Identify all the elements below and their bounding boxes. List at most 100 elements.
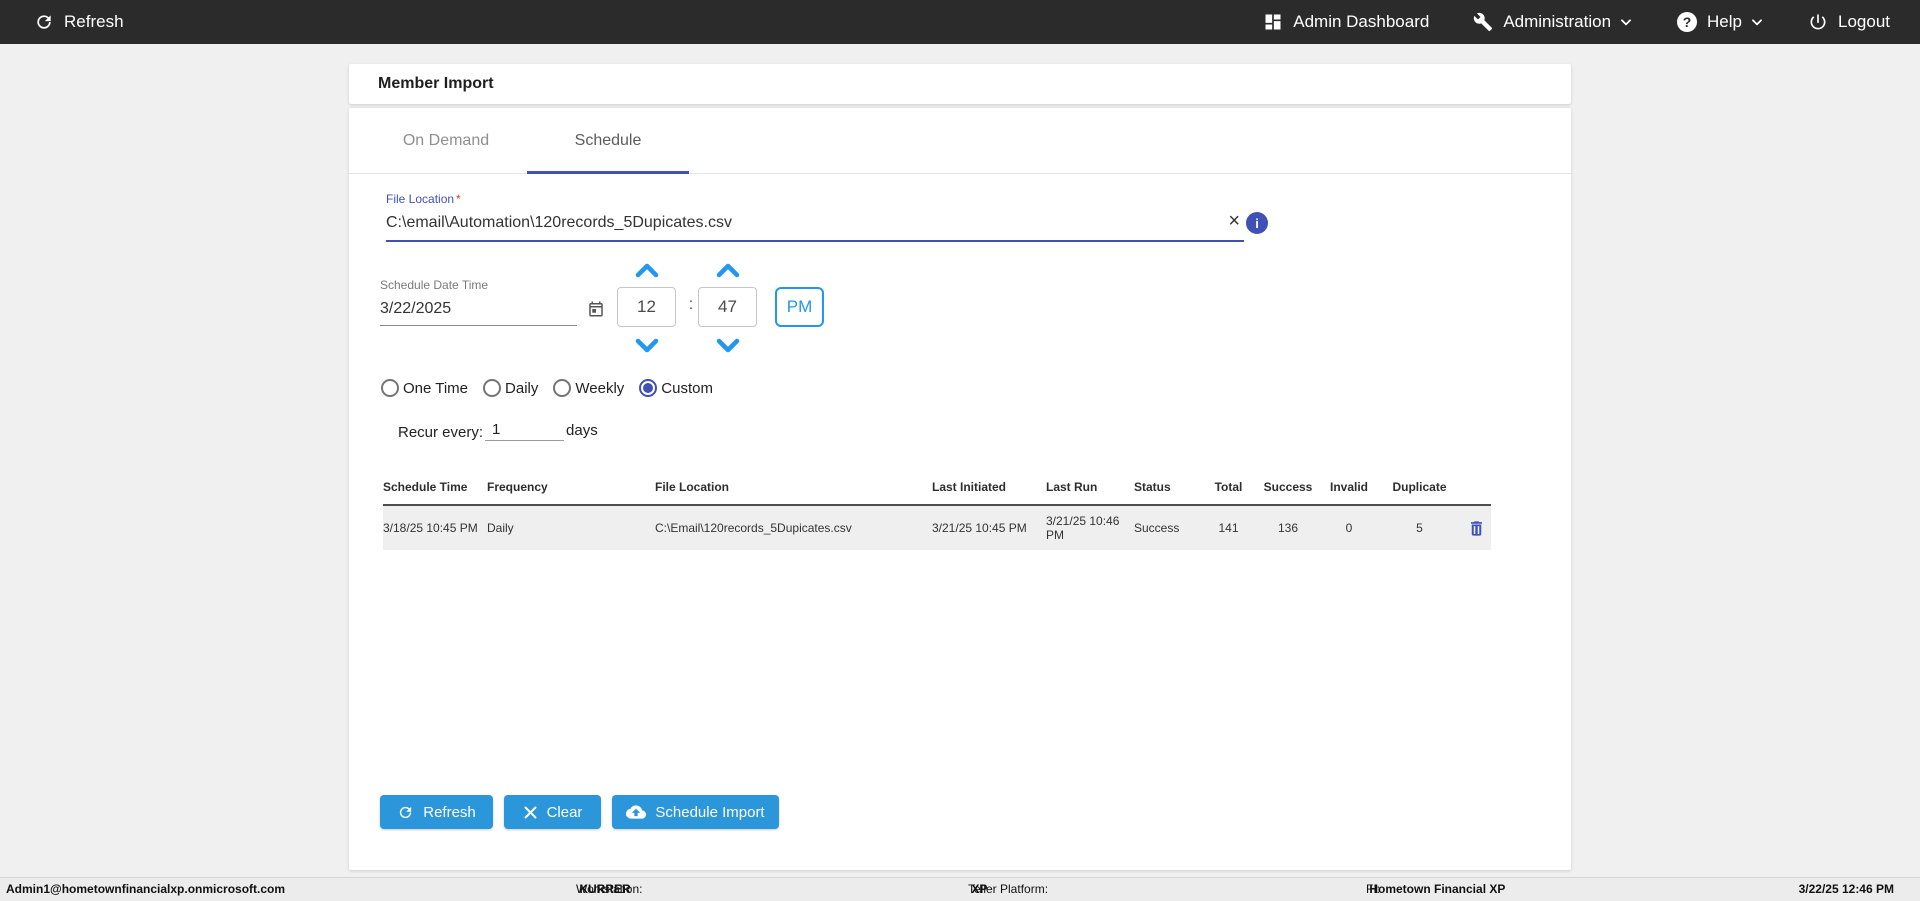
financial-institution-info: FI: Hometown Financial XP (1366, 878, 1505, 901)
radio-one-time[interactable]: One Time (381, 379, 468, 397)
topbar-refresh-label: Refresh (64, 12, 124, 32)
refresh-button[interactable]: Refresh (380, 795, 493, 829)
trash-icon (1467, 519, 1486, 538)
radio-one-time-label: One Time (403, 380, 468, 397)
radio-daily[interactable]: Daily (483, 379, 538, 397)
time-separator: : (685, 296, 697, 314)
col-file-location: File Location (655, 480, 932, 494)
table-header-row: Schedule Time Frequency File Location La… (383, 470, 1491, 506)
minute-decrement-button[interactable] (713, 335, 743, 355)
cell-invalid: 0 (1320, 521, 1378, 535)
admin-dashboard-label: Admin Dashboard (1293, 12, 1429, 32)
info-icon[interactable]: i (1246, 212, 1268, 234)
member-import-panel: On Demand Schedule File Location* × i Sc… (349, 108, 1571, 870)
tab-schedule[interactable]: Schedule (527, 108, 689, 174)
recur-every-input[interactable]: 1 (485, 421, 564, 441)
cell-duplicate: 5 (1378, 521, 1461, 535)
schedule-date-field (380, 292, 577, 326)
file-location-label: File Location* (386, 192, 461, 206)
radio-weekly-label: Weekly (575, 380, 624, 397)
col-status: Status (1134, 480, 1201, 494)
logout-button[interactable]: Logout (1808, 12, 1890, 32)
hour-input[interactable]: 12 (617, 287, 676, 327)
radio-weekly[interactable]: Weekly (553, 379, 624, 397)
cell-frequency: Daily (487, 521, 655, 535)
cell-status: Success (1134, 521, 1201, 535)
page-title: Member Import (378, 75, 494, 93)
recur-unit-label: days (566, 422, 598, 441)
chevron-down-icon (1750, 15, 1764, 29)
radio-circle-icon (483, 379, 501, 397)
hour-increment-button[interactable] (632, 261, 662, 281)
cell-last-initiated: 3/21/25 10:45 PM (932, 521, 1046, 535)
cloud-upload-icon (626, 802, 646, 822)
col-success: Success (1256, 480, 1320, 494)
radio-circle-icon (381, 379, 399, 397)
cell-schedule-time: 3/18/25 10:45 PM (383, 521, 487, 535)
cell-last-run: 3/21/25 10:46 PM (1046, 514, 1134, 542)
cell-success: 136 (1256, 521, 1320, 535)
clear-input-icon[interactable]: × (1224, 211, 1244, 235)
radio-custom[interactable]: Custom (639, 379, 713, 397)
minute-input[interactable]: 47 (698, 287, 757, 327)
topbar-refresh-button[interactable]: Refresh (34, 12, 124, 32)
teller-platform-info: Teller Platform: XP (968, 878, 987, 901)
refresh-icon (34, 12, 54, 32)
hour-decrement-button[interactable] (632, 335, 662, 355)
topbar-right-group: Admin Dashboard Administration ? Help Lo… (1263, 12, 1890, 32)
col-last-run: Last Run (1046, 480, 1134, 494)
schedule-date-input[interactable] (380, 300, 587, 318)
logout-label: Logout (1838, 12, 1890, 32)
admin-dashboard-button[interactable]: Admin Dashboard (1263, 12, 1429, 32)
radio-circle-icon (639, 379, 657, 397)
meridiem-toggle-button[interactable]: PM (775, 287, 824, 327)
table-row: 3/18/25 10:45 PM Daily C:\Email\120recor… (383, 506, 1491, 550)
delete-row-button[interactable] (1467, 519, 1486, 538)
action-button-row: Refresh Clear Schedule Import (380, 795, 779, 829)
refresh-icon (397, 804, 414, 821)
radio-daily-label: Daily (505, 380, 538, 397)
administration-label: Administration (1503, 12, 1611, 32)
help-menu[interactable]: ? Help (1677, 12, 1764, 32)
refresh-button-label: Refresh (423, 804, 476, 821)
help-icon: ? (1677, 12, 1697, 32)
col-invalid: Invalid (1320, 480, 1378, 494)
schedule-import-button-label: Schedule Import (655, 804, 764, 821)
recur-every-label: Recur every: (398, 424, 483, 441)
clear-button-label: Clear (547, 804, 583, 821)
logged-in-user: Admin1@hometownfinancialxp.onmicrosoft.c… (6, 878, 285, 901)
page-header: Member Import (349, 64, 1571, 104)
calendar-icon[interactable] (587, 300, 605, 318)
frequency-radio-group: One Time Daily Weekly Custom (381, 379, 713, 397)
wrench-icon (1473, 12, 1493, 32)
help-label: Help (1707, 12, 1742, 32)
dashboard-icon (1263, 12, 1283, 32)
recur-every-row: Recur every: 1 days (398, 421, 598, 441)
cell-total: 141 (1201, 521, 1256, 535)
col-last-initiated: Last Initiated (932, 480, 1046, 494)
clear-button[interactable]: Clear (504, 795, 601, 829)
current-datetime: 3/22/25 12:46 PM (1799, 878, 1894, 901)
top-navigation-bar: Refresh Admin Dashboard Administration ?… (0, 0, 1920, 44)
col-frequency: Frequency (487, 480, 655, 494)
file-location-input[interactable] (386, 214, 1224, 232)
tab-bar: On Demand Schedule (349, 108, 1571, 174)
radio-custom-label: Custom (661, 380, 713, 397)
administration-menu[interactable]: Administration (1473, 12, 1633, 32)
schedule-date-time-label: Schedule Date Time (380, 278, 488, 292)
radio-circle-icon (553, 379, 571, 397)
chevron-down-icon (1619, 15, 1633, 29)
status-bar: Admin1@hometownfinancialxp.onmicrosoft.c… (0, 877, 1920, 901)
workstation-info: Workstation: KURRER (576, 878, 631, 901)
col-schedule-time: Schedule Time (383, 480, 487, 494)
x-icon (523, 805, 538, 820)
schedule-import-button[interactable]: Schedule Import (612, 795, 779, 829)
required-asterisk: * (456, 192, 461, 206)
cell-file-location: C:\Email\120records_5Dupicates.csv (655, 521, 932, 535)
tab-on-demand[interactable]: On Demand (365, 108, 527, 174)
file-location-field: × (386, 206, 1244, 242)
power-icon (1808, 12, 1828, 32)
schedule-table: Schedule Time Frequency File Location La… (383, 470, 1491, 550)
col-total: Total (1201, 480, 1256, 494)
minute-increment-button[interactable] (713, 261, 743, 281)
